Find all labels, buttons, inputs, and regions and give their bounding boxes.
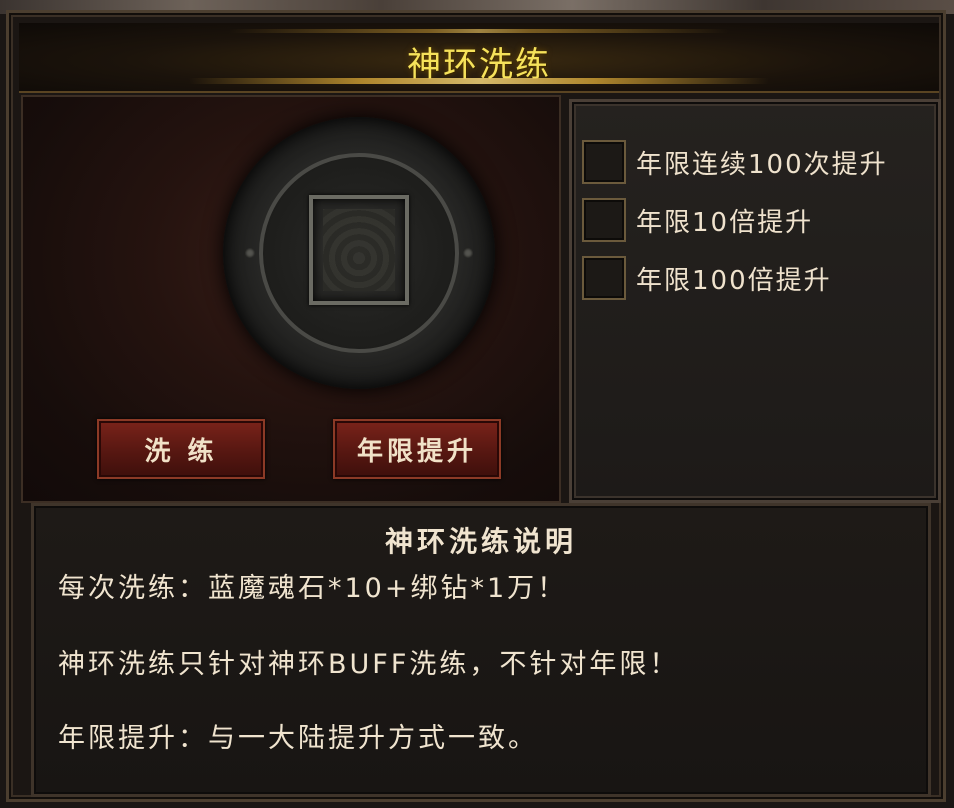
stud-icon <box>245 248 255 258</box>
stud-icon <box>463 248 473 258</box>
option-checkbox[interactable] <box>582 256 626 300</box>
description-line: 每次洗练：蓝魔魂石*10+绑钻*1万！ <box>58 573 568 604</box>
description-line: 神环洗练只针对神环BUFF洗练，不针对年限！ <box>58 649 680 680</box>
option-checkbox[interactable] <box>582 140 626 184</box>
ring-refine-window: 神环洗练 洗 练 年限提升 年限连续100次提升 年限10倍提升 年限100倍提… <box>6 10 946 802</box>
option-label: 年限10倍提升 <box>636 207 814 238</box>
slot-pattern <box>323 209 395 291</box>
option-checkbox[interactable] <box>582 198 626 242</box>
refine-panel: 洗 练 年限提升 <box>21 95 561 503</box>
option-row[interactable]: 年限连续100次提升 <box>582 140 888 184</box>
title-glow-bottom <box>189 78 769 84</box>
refine-button[interactable]: 洗 练 <box>97 419 265 479</box>
title-bar: 神环洗练 <box>19 23 939 93</box>
upgrade-years-button[interactable]: 年限提升 <box>333 419 501 479</box>
ring-item-slot[interactable] <box>309 195 409 305</box>
option-label: 年限100倍提升 <box>636 265 832 296</box>
option-row[interactable]: 年限100倍提升 <box>582 256 832 300</box>
description-panel: 神环洗练说明 每次洗练：蓝魔魂石*10+绑钻*1万！ 神环洗练只针对神环BUFF… <box>31 503 931 797</box>
option-label: 年限连续100次提升 <box>636 149 888 180</box>
description-line: 年限提升：与一大陆提升方式一致。 <box>58 723 538 754</box>
description-title: 神环洗练说明 <box>384 525 577 558</box>
options-panel: 年限连续100次提升 年限10倍提升 年限100倍提升 <box>569 99 941 503</box>
ring-disc <box>223 117 495 389</box>
title-glow-top <box>229 29 729 33</box>
option-row[interactable]: 年限10倍提升 <box>582 198 813 242</box>
